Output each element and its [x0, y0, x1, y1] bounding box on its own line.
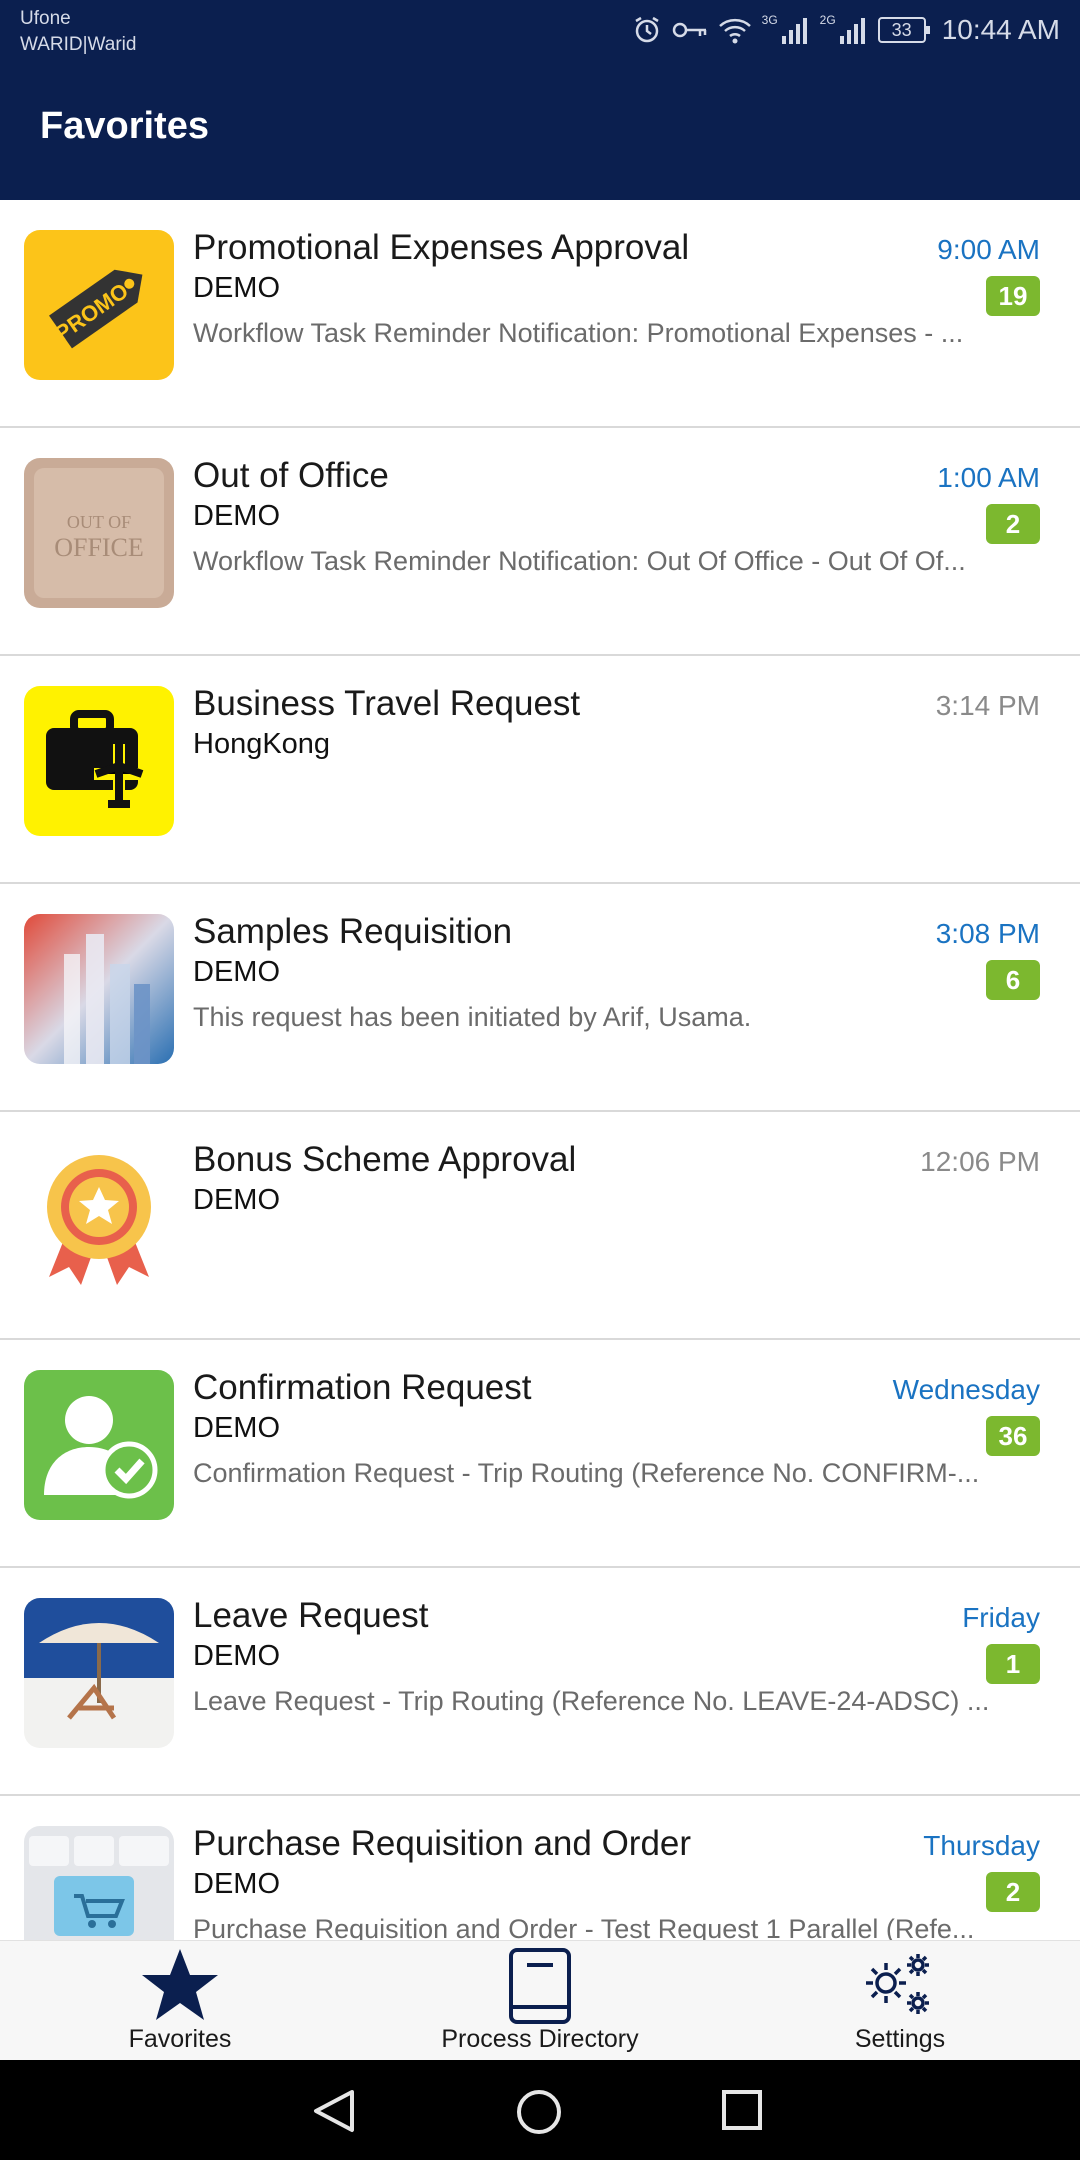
item-title: Bonus Scheme Approval — [193, 1140, 577, 1179]
item-title: Purchase Requisition and Order — [193, 1824, 692, 1863]
item-description: Leave Request - Trip Routing (Reference … — [193, 1686, 990, 1716]
promo-tag-icon: PROMO — [24, 230, 174, 380]
item-time: 3:14 PM — [935, 690, 1040, 721]
favorites-list: PROMO Promotional Expenses Approval DEMO… — [0, 200, 1080, 1940]
network-type-2: 2G — [819, 13, 836, 27]
list-item[interactable]: Purchase Requisition and Order DEMO Purc… — [0, 1796, 1080, 1940]
item-subtitle: DEMO — [193, 1412, 280, 1444]
bottom-navigation: Favorites Process Directory Settings — [0, 1940, 1080, 2060]
item-description: Workflow Task Reminder Notification: Out… — [193, 546, 966, 576]
tab-label: Process Directory — [441, 2025, 639, 2053]
network-type-1: 3G — [761, 13, 778, 27]
item-title: Promotional Expenses Approval — [193, 228, 690, 267]
carrier-info: Ufone WARID|Warid — [20, 6, 136, 58]
tab-label: Settings — [854, 2025, 946, 2053]
item-subtitle: DEMO — [193, 956, 280, 988]
item-title: Business Travel Request — [193, 684, 581, 723]
item-time: Friday — [962, 1602, 1040, 1633]
item-subtitle: DEMO — [193, 272, 280, 304]
item-description: Confirmation Request - Trip Routing (Ref… — [193, 1458, 980, 1488]
travel-briefcase-icon — [24, 686, 174, 836]
carrier-secondary: WARID|Warid — [20, 34, 137, 55]
item-description: Purchase Requisition and Order - Test Re… — [193, 1914, 975, 1940]
page-title: Favorites — [40, 105, 209, 147]
count-badge: 19 — [986, 276, 1040, 316]
tab-favorites[interactable]: Favorites — [60, 1941, 300, 2061]
count-badge: 1 — [986, 1644, 1040, 1684]
item-time: 1:00 AM — [937, 462, 1040, 493]
key-icon — [672, 22, 706, 38]
item-title: Samples Requisition — [193, 912, 513, 951]
count-badge: 36 — [986, 1416, 1040, 1456]
list-item[interactable]: PROMO Promotional Expenses Approval DEMO… — [0, 200, 1080, 428]
battery-icon: 33 — [877, 17, 930, 43]
item-subtitle: DEMO — [193, 1868, 280, 1900]
back-icon[interactable] — [310, 2088, 360, 2134]
count-badge: 6 — [986, 960, 1040, 1000]
item-title: Out of Office — [193, 456, 389, 495]
item-title: Leave Request — [193, 1596, 429, 1635]
item-description: This request has been initiated by Arif,… — [193, 1002, 752, 1032]
item-subtitle: DEMO — [193, 500, 280, 532]
city-image-icon — [24, 914, 174, 1064]
list-item[interactable]: OUT OF OFFICE Out of Office DEMO Workflow… — [0, 428, 1080, 656]
beach-chair-icon — [24, 1598, 174, 1748]
status-icons: 3G 2G 33 10:44 AM — [632, 10, 1060, 50]
recents-icon[interactable] — [720, 2088, 764, 2132]
app-header: Ufone WARID|Warid 3G 2G 33 10:44 AM Favo… — [0, 0, 1080, 200]
item-title: Confirmation Request — [193, 1368, 532, 1407]
signal-icon — [839, 18, 865, 44]
item-time: Thursday — [923, 1830, 1040, 1861]
tab-process-directory[interactable]: Process Directory — [420, 1941, 660, 2061]
carrier-primary: Ufone — [20, 8, 71, 29]
item-subtitle: HongKong — [193, 728, 331, 760]
award-medal-icon — [24, 1142, 174, 1292]
count-badge: 2 — [986, 504, 1040, 544]
system-navigation-bar — [0, 2060, 1080, 2160]
tab-settings[interactable]: Settings — [780, 1941, 1020, 2061]
signal-icon — [781, 18, 807, 44]
item-description: Workflow Task Reminder Notification: Pro… — [193, 318, 964, 348]
out-of-office-icon: OUT OF OFFICE — [24, 458, 174, 608]
user-check-icon — [24, 1370, 174, 1520]
svg-text:OFFICE: OFFICE — [54, 533, 144, 562]
list-item[interactable]: Leave Request DEMO Leave Request - Trip … — [0, 1568, 1080, 1796]
item-time: 9:00 AM — [937, 234, 1040, 265]
tab-label: Favorites — [128, 2025, 232, 2053]
alarm-icon — [635, 16, 659, 43]
list-item[interactable]: Bonus Scheme Approval DEMO 12:06 PM — [0, 1112, 1080, 1340]
count-badge: 2 — [986, 1872, 1040, 1912]
item-time: 3:08 PM — [935, 918, 1040, 949]
star-icon — [142, 1949, 218, 2020]
list-item[interactable]: Samples Requisition DEMO This request ha… — [0, 884, 1080, 1112]
svg-text:OUT OF: OUT OF — [67, 512, 131, 532]
item-subtitle: DEMO — [193, 1184, 280, 1216]
item-time: 12:06 PM — [920, 1146, 1040, 1177]
gears-icon — [866, 1954, 929, 2014]
item-time: Wednesday — [892, 1374, 1040, 1405]
book-icon — [509, 1948, 571, 2024]
wifi-icon — [718, 18, 751, 44]
home-icon[interactable] — [515, 2088, 563, 2136]
list-item[interactable]: Confirmation Request DEMO Confirmation R… — [0, 1340, 1080, 1568]
shopping-cart-key-icon — [24, 1826, 174, 1940]
item-subtitle: DEMO — [193, 1640, 280, 1672]
list-item[interactable]: Business Travel Request HongKong 3:14 PM — [0, 656, 1080, 884]
status-bar: Ufone WARID|Warid 3G 2G 33 10:44 AM — [0, 0, 1080, 62]
status-time: 10:44 AM — [941, 14, 1060, 45]
